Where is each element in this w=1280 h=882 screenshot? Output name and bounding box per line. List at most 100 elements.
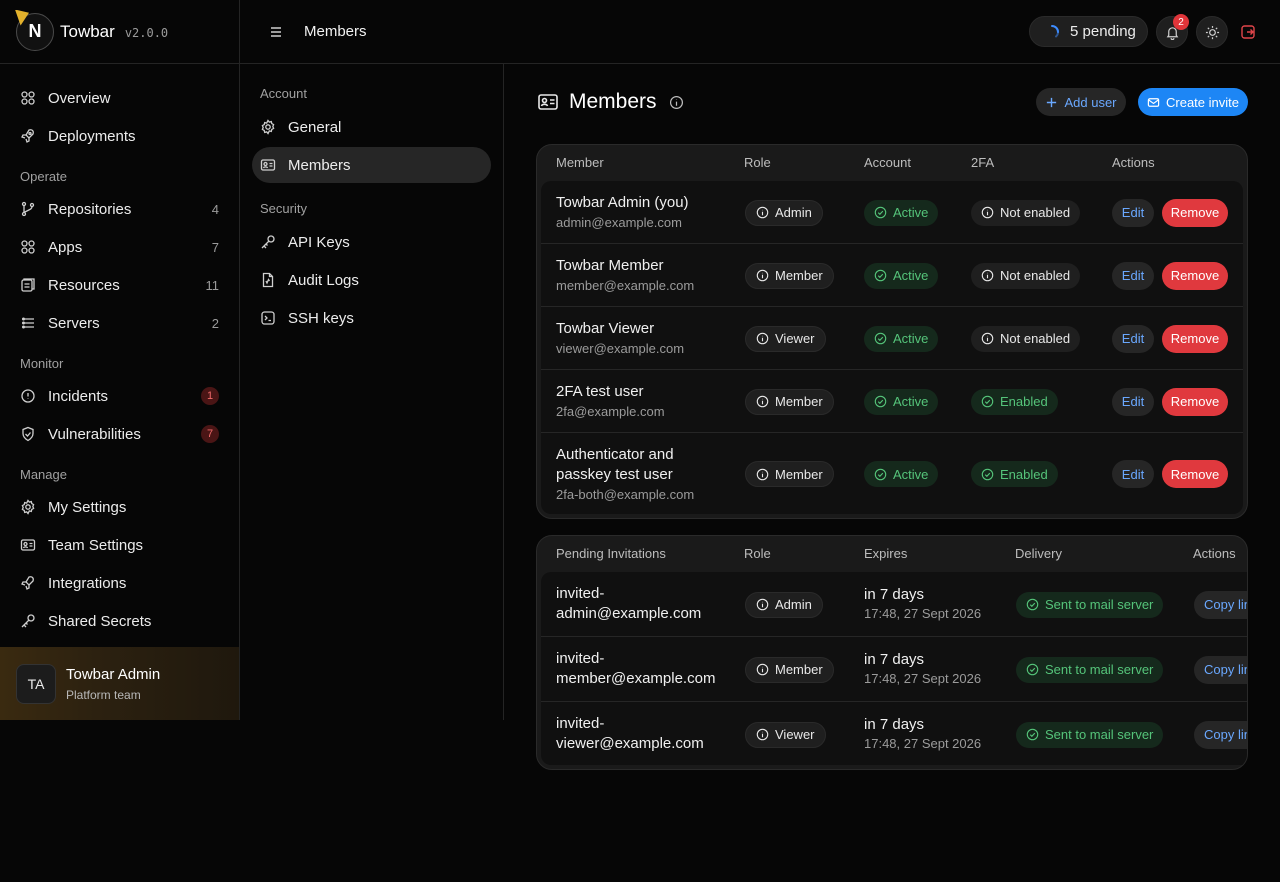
sidebar-item-apps[interactable]: Apps 7 bbox=[0, 228, 239, 266]
sidebar-item-count: 7 bbox=[211, 239, 219, 255]
account-cell: Active bbox=[864, 325, 939, 352]
check-circle-icon bbox=[874, 206, 887, 219]
info-icon bbox=[981, 206, 994, 219]
badge-label: Member bbox=[775, 466, 823, 482]
sidebar-item-deployments[interactable]: Deployments bbox=[0, 117, 239, 155]
copy-link-button[interactable]: Copy link bbox=[1194, 655, 1247, 684]
member-email: 2fa-both@example.com bbox=[556, 487, 695, 502]
sidebar-item-servers[interactable]: Servers 2 bbox=[0, 304, 239, 342]
mail-icon bbox=[1147, 97, 1160, 107]
subnav-item-api-keys[interactable]: API Keys bbox=[252, 224, 491, 260]
logout-icon[interactable] bbox=[1240, 24, 1256, 40]
sidebar-section-manage: Manage bbox=[20, 467, 67, 482]
info-icon bbox=[756, 206, 769, 219]
sidebar-item-repositories[interactable]: Repositories 4 bbox=[0, 190, 239, 228]
theme-toggle-button[interactable] bbox=[1196, 16, 1228, 48]
page-header: Members Add user Create invite bbox=[536, 64, 1248, 140]
logo[interactable]: N bbox=[15, 9, 54, 51]
copy-link-button[interactable]: Copy link bbox=[1194, 720, 1247, 749]
pending-label: 5 pending bbox=[1070, 23, 1136, 40]
badge-label: Viewer bbox=[775, 331, 815, 346]
info-icon bbox=[756, 395, 769, 408]
file-icon bbox=[262, 272, 274, 288]
badge-label: Enabled bbox=[1000, 466, 1048, 482]
remove-button[interactable]: Remove bbox=[1162, 324, 1228, 353]
actions-cell: Edit Remove bbox=[1112, 261, 1228, 290]
create-invite-button[interactable]: Create invite bbox=[1138, 88, 1248, 116]
edit-button[interactable]: Edit bbox=[1112, 460, 1154, 488]
info-icon[interactable] bbox=[669, 95, 684, 110]
sidebar-item-resources[interactable]: Resources 11 bbox=[0, 266, 239, 304]
sidebar-item-overview[interactable]: Overview bbox=[0, 79, 239, 117]
status-badge: Member bbox=[745, 388, 834, 415]
role-cell: Admin bbox=[745, 199, 823, 226]
status-badge: Active bbox=[864, 461, 939, 487]
sidebar-item-label: Repositories bbox=[48, 200, 132, 218]
check-circle-icon bbox=[874, 468, 887, 480]
edit-button[interactable]: Edit bbox=[1112, 387, 1154, 416]
sidebar-item-incidents[interactable]: Incidents 1 bbox=[0, 377, 239, 415]
edit-button[interactable]: Edit bbox=[1112, 324, 1154, 353]
badge-label: Viewer bbox=[775, 727, 815, 742]
remove-button[interactable]: Remove bbox=[1162, 261, 1228, 290]
col-pending: Pending Invitations bbox=[556, 546, 666, 561]
remove-button[interactable]: Remove bbox=[1162, 198, 1228, 227]
subnav-item-ssh-keys[interactable]: SSH keys bbox=[252, 300, 491, 336]
info-icon bbox=[981, 269, 994, 282]
gear-icon bbox=[21, 499, 35, 515]
remove-button[interactable]: Remove bbox=[1162, 460, 1228, 488]
badge-label: Member bbox=[775, 662, 823, 677]
expires-cell: in 7 days 17:48, 27 Sept 2026 bbox=[864, 586, 981, 621]
copy-link-button[interactable]: Copy link bbox=[1194, 590, 1247, 619]
sidebar-item-team-settings[interactable]: Team Settings bbox=[0, 526, 239, 564]
subnav-item-members[interactable]: Members bbox=[252, 147, 491, 183]
topbar: Members 5 pending 2 bbox=[240, 0, 1280, 64]
member-name: Towbar Viewer bbox=[556, 320, 655, 337]
status-badge: Not enabled bbox=[971, 199, 1081, 226]
member-cell: Authenticator and passkey test user 2fa-b… bbox=[556, 445, 726, 502]
id-card-icon bbox=[538, 94, 558, 110]
col-2fa: 2FA bbox=[971, 155, 995, 170]
role-cell: Viewer bbox=[745, 721, 826, 748]
info-icon bbox=[756, 728, 769, 741]
sidebar-item-integrations[interactable]: Integrations bbox=[0, 564, 239, 602]
invite-email-line2: viewer@example.com bbox=[556, 735, 704, 752]
subnav-item-audit-logs[interactable]: Audit Logs bbox=[252, 262, 491, 298]
members-table-header: Member Role Account 2FA Actions bbox=[537, 145, 1247, 181]
subnav-item-general[interactable]: General bbox=[252, 109, 491, 145]
col-role: Role bbox=[744, 155, 771, 170]
terminal-icon bbox=[261, 311, 275, 325]
brand-version: v2.0.0 bbox=[124, 26, 169, 40]
check-circle-icon bbox=[1026, 663, 1039, 676]
sidebar-item-label: Incidents bbox=[48, 387, 109, 405]
expires-relative: in 7 days bbox=[864, 716, 925, 733]
menu-icon[interactable] bbox=[268, 24, 284, 40]
badge-label: Active bbox=[893, 394, 929, 409]
edit-button[interactable]: Edit bbox=[1112, 198, 1154, 227]
add-user-button[interactable]: Add user bbox=[1036, 88, 1126, 116]
notifications-button[interactable]: 2 bbox=[1156, 14, 1189, 48]
server-icon bbox=[22, 317, 34, 329]
status-badge: Member bbox=[745, 461, 834, 487]
plus-icon bbox=[1047, 97, 1057, 107]
status-badge: Not enabled bbox=[971, 262, 1081, 289]
edit-button[interactable]: Edit bbox=[1112, 261, 1154, 290]
twofa-cell: Not enabled bbox=[971, 325, 1081, 352]
add-user-label: Add user bbox=[1064, 94, 1117, 110]
status-badge: Active bbox=[864, 199, 939, 226]
info-icon bbox=[756, 663, 769, 676]
members-table: Member Role Account 2FA Actions Towbar A… bbox=[536, 144, 1248, 519]
user-name: Towbar Admin bbox=[66, 665, 161, 683]
expires-cell: in 7 days 17:48, 27 Sept 2026 bbox=[864, 651, 981, 686]
sidebar-item-shared-secrets[interactable]: Shared Secrets bbox=[0, 602, 239, 640]
remove-button[interactable]: Remove bbox=[1162, 387, 1228, 416]
sidebar-item-count: 11 bbox=[205, 277, 220, 293]
role-cell: Member bbox=[745, 461, 834, 487]
info-icon bbox=[756, 332, 769, 345]
id-card-icon bbox=[20, 539, 36, 551]
user-profile[interactable]: TA Towbar Admin Platform team bbox=[0, 647, 239, 720]
sidebar-item-vulnerabilities[interactable]: Vulnerabilities 7 bbox=[0, 415, 239, 453]
sidebar-item-my-settings[interactable]: My Settings bbox=[0, 488, 239, 526]
member-email: admin@example.com bbox=[556, 215, 682, 230]
pending-button[interactable]: 5 pending bbox=[1029, 16, 1148, 47]
